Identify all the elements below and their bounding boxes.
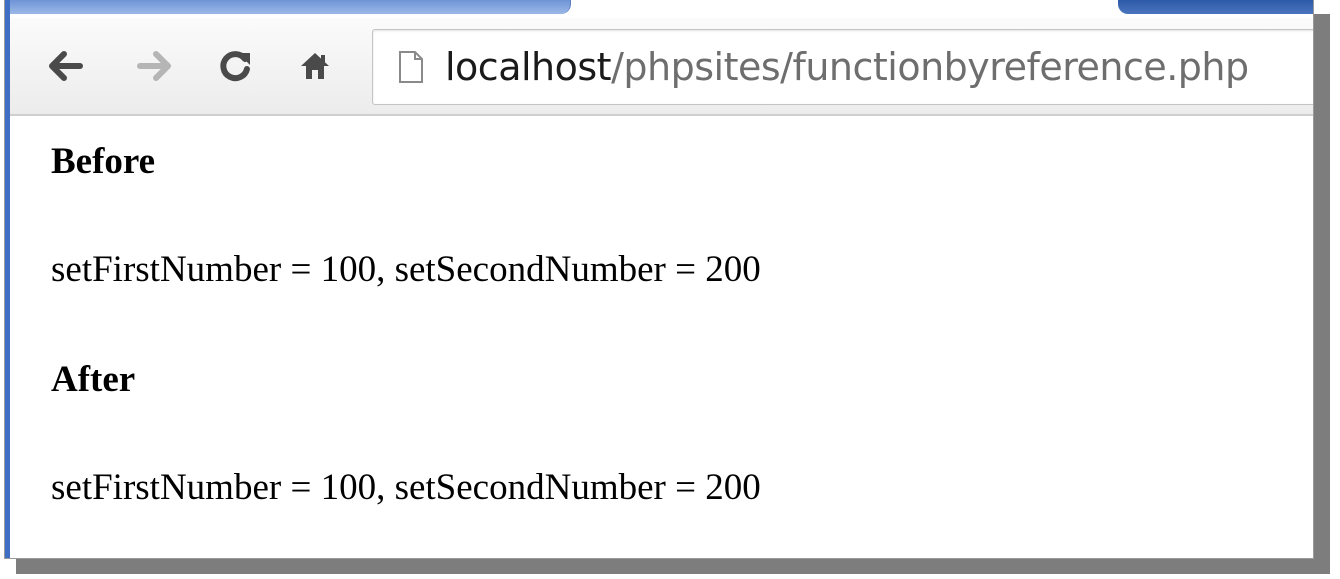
tab-strip <box>10 0 1313 18</box>
page-content: Before setFirstNumber = 100, setSecondNu… <box>10 116 1313 558</box>
tab-left-edge[interactable] <box>10 0 571 14</box>
forward-button[interactable] <box>132 40 176 92</box>
url-text[interactable]: localhost/phpsites/functionbyreference.p… <box>445 45 1249 89</box>
browser-window: localhost/phpsites/functionbyreference.p… <box>4 0 1314 559</box>
home-button[interactable] <box>293 40 337 92</box>
browser-toolbar: localhost/phpsites/functionbyreference.p… <box>10 18 1313 116</box>
arrow-right-icon <box>137 51 171 81</box>
tab-right-edge[interactable] <box>1118 0 1313 14</box>
before-values-text: setFirstNumber = 100, setSecondNumber = … <box>51 249 761 290</box>
after-heading: After <box>51 359 136 400</box>
reload-button[interactable] <box>213 40 257 92</box>
back-button[interactable] <box>44 40 88 92</box>
url-host: localhost <box>445 45 612 89</box>
after-values-text: setFirstNumber = 100, setSecondNumber = … <box>51 467 761 508</box>
page-icon <box>391 45 431 89</box>
arrow-left-icon <box>49 51 83 81</box>
home-icon <box>301 53 329 79</box>
before-heading: Before <box>51 141 156 182</box>
url-path: /phpsites/functionbyreference.php <box>611 45 1249 89</box>
address-bar[interactable]: localhost/phpsites/functionbyreference.p… <box>372 29 1313 105</box>
reload-icon <box>220 51 250 82</box>
